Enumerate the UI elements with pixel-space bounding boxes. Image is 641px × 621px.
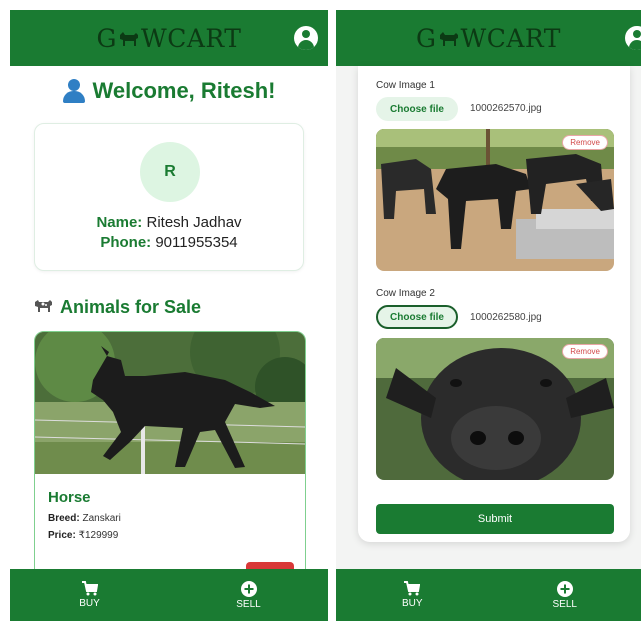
dashboard-screen: G WCART Welcome, Ritesh! R Name: Ritesh … [10,10,328,621]
phone-label: Phone: [100,234,152,251]
name-value: Ritesh Jadhav [146,214,242,231]
cow-logo-icon [118,24,140,53]
phone-value: 9011955354 [155,234,238,251]
cow-image-1-preview: Remove [376,129,614,271]
profile-card: R Name: Ritesh Jadhav Phone: 9011955354 [34,123,304,271]
welcome-text: Welcome, Ritesh! [92,78,276,103]
breed-label: Breed: [48,513,80,524]
logo-text-prefix: G [416,23,437,53]
app-logo: G WCART [97,24,242,53]
logo-text-suffix: WCART [460,23,561,53]
section-title-text: Animals for Sale [60,297,202,317]
name-label: Name: [96,214,143,231]
remove-image-1-button[interactable]: Remove [562,135,608,150]
horse-image [35,332,305,474]
cow-image-2-label: Cow Image 2 [376,288,435,299]
animals-section-title: Animals for Sale [34,297,201,318]
profile-name-line: Name: Ritesh Jadhav [35,214,303,231]
user-icon [62,79,85,103]
cow-image-1-label: Cow Image 1 [376,80,435,91]
bottom-nav: BUY SELL [10,569,328,621]
profile-icon[interactable] [625,26,641,50]
price-label: Price: [48,530,76,541]
nav-buy-label: BUY [401,598,423,609]
cow-icon [34,297,54,318]
sell-form-screen: G WCART Cow Image 1 Choose file 10002625… [336,10,641,621]
welcome-heading: Welcome, Ritesh! [10,78,328,104]
choose-file-button-2[interactable]: Choose file [376,305,458,329]
cart-icon [404,581,421,596]
animal-name: Horse [48,489,91,506]
remove-image-2-button[interactable]: Remove [562,344,608,359]
logo-text-prefix: G [96,23,118,53]
cow-logo-icon [438,24,460,53]
price-value: ₹129999 [78,530,119,541]
profile-icon[interactable] [294,26,318,50]
profile-phone-line: Phone: 9011955354 [35,234,303,251]
nav-buy[interactable]: BUY [336,569,489,621]
plus-circle-icon [240,580,257,597]
animal-price: Price: ₹129999 [48,530,118,541]
nav-buy-label: BUY [79,598,100,609]
bottom-nav: BUY SELL [336,569,641,621]
plus-circle-icon [556,580,573,597]
nav-sell-label: SELL [552,598,577,610]
logo-text-suffix: WCART [141,23,242,53]
animal-breed: Breed: Zanskari [48,513,121,524]
choose-file-button-1[interactable]: Choose file [376,97,458,121]
nav-buy[interactable]: BUY [10,569,169,621]
nav-sell[interactable]: SELL [169,569,328,621]
app-logo: G WCART [416,24,561,53]
file-name-2: 1000262580.jpg [470,312,542,323]
sell-form-card: Cow Image 1 Choose file 1000262570.jpg R… [358,66,630,542]
breed-value: Zanskari [82,513,121,524]
nav-sell[interactable]: SELL [489,569,641,621]
app-header: G WCART [10,10,328,66]
submit-button[interactable]: Submit [376,504,614,534]
file-name-1: 1000262570.jpg [470,103,542,114]
cart-icon [81,581,98,596]
nav-sell-label: SELL [236,598,261,610]
app-header: G WCART [336,10,641,66]
cow-image-2-preview: Remove [376,338,614,480]
avatar: R [140,142,200,202]
